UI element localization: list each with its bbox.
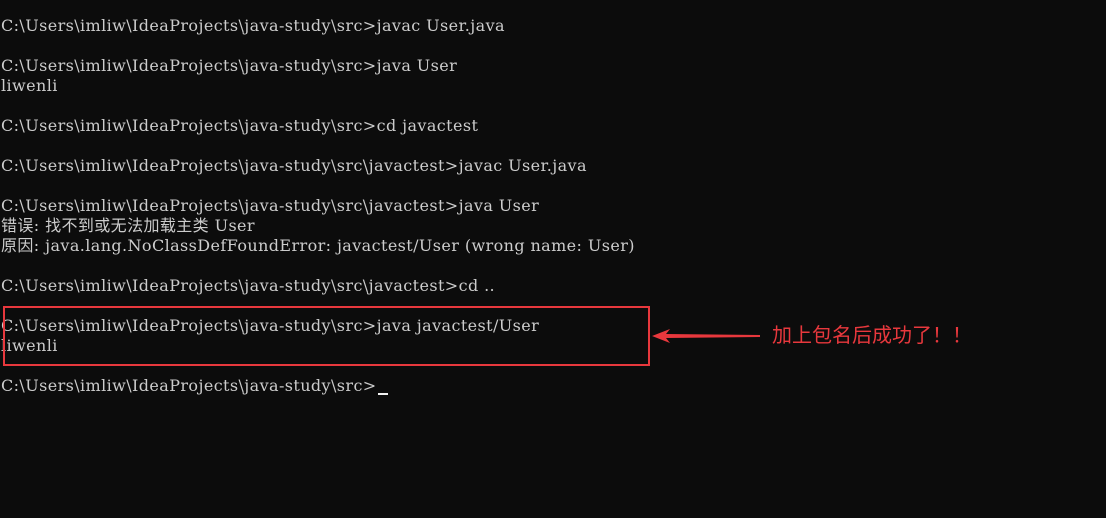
prompt-text: C:\Users\imliw\IdeaProjects\java-study\s… (1, 376, 377, 395)
command-line: C:\Users\imliw\IdeaProjects\java-study\s… (1, 276, 496, 295)
command-line: C:\Users\imliw\IdeaProjects\java-study\s… (1, 116, 479, 135)
output-line: liwenli (1, 76, 58, 95)
command-line: C:\Users\imliw\IdeaProjects\java-study\s… (1, 196, 540, 215)
annotation-text: 加上包名后成功了！！ (772, 323, 972, 347)
arrow-left-icon (652, 329, 760, 343)
highlight-box (3, 306, 650, 366)
prompt-line[interactable]: C:\Users\imliw\IdeaProjects\java-study\s… (1, 376, 388, 396)
command-line: C:\Users\imliw\IdeaProjects\java-study\s… (1, 56, 458, 75)
error-cause-line: 原因: java.lang.NoClassDefFoundError: java… (1, 236, 635, 255)
command-line: C:\Users\imliw\IdeaProjects\java-study\s… (1, 156, 587, 175)
command-line: C:\Users\imliw\IdeaProjects\java-study\s… (1, 16, 505, 35)
text-cursor (377, 393, 388, 395)
console-window[interactable]: C:\Users\imliw\IdeaProjects\java-study\s… (0, 0, 1106, 518)
error-line: 错误: 找不到或无法加载主类 User (1, 216, 255, 235)
